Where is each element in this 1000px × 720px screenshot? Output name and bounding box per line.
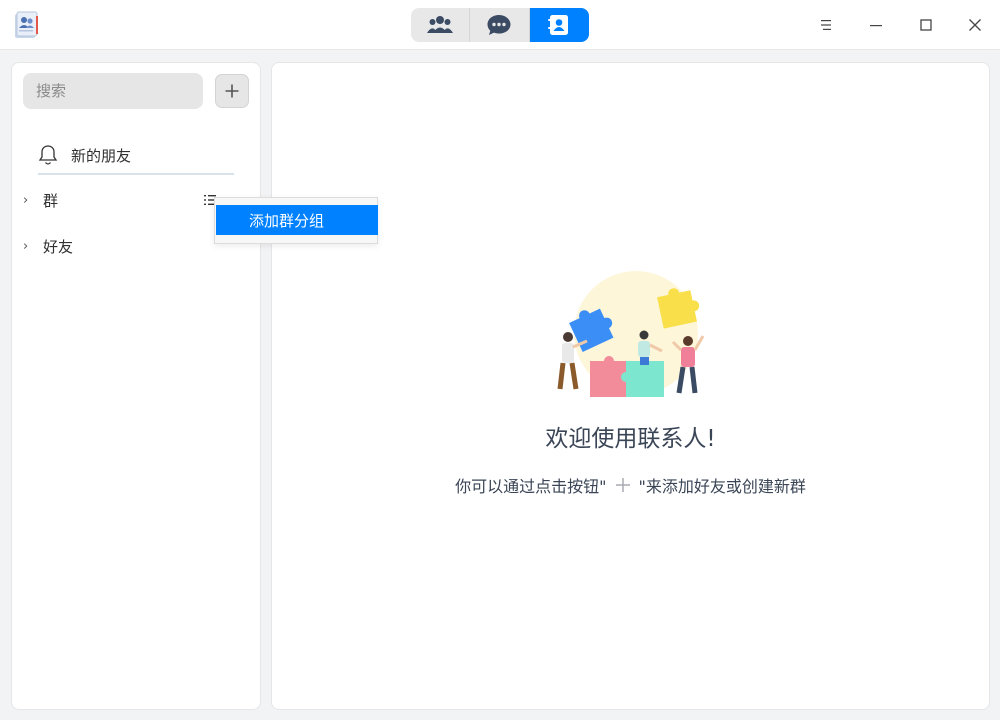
group-icon: [427, 16, 454, 33]
chevron-right-icon: ›: [23, 238, 29, 254]
puzzle-team-illustration: [557, 271, 705, 397]
new-friends-label: 新的朋友: [71, 146, 132, 165]
hint-text-after: "来添加好友或创建新群: [638, 477, 806, 496]
group-label: 好友: [43, 237, 74, 256]
chat-icon: [487, 15, 511, 35]
welcome-hint: 你可以通过点击按钮" "来添加好友或创建新群: [272, 473, 989, 497]
group-context-menu: 添加群分组: [214, 197, 378, 244]
plus-icon: [615, 477, 631, 493]
minimize-button[interactable]: [861, 10, 891, 40]
add-contact-button[interactable]: [215, 74, 249, 108]
new-friends-item[interactable]: 新的朋友: [38, 137, 234, 175]
minimize-icon: [870, 25, 882, 27]
menu-icon: [821, 20, 831, 30]
close-icon: [969, 19, 981, 31]
menu-item-add-group-category[interactable]: 添加群分组: [216, 205, 378, 235]
group-label: 群: [43, 191, 59, 210]
maximize-icon: [920, 19, 932, 31]
main-menu-button[interactable]: [811, 10, 841, 40]
search-input[interactable]: [23, 73, 203, 109]
close-button[interactable]: [960, 10, 990, 40]
chevron-right-icon: ›: [23, 192, 29, 208]
main-panel: 欢迎使用联系人! 你可以通过点击按钮" "来添加好友或创建新群: [271, 62, 990, 710]
hint-text-before: 你可以通过点击按钮": [455, 477, 607, 496]
tab-chats[interactable]: [470, 8, 530, 42]
view-switcher: [411, 8, 589, 42]
tab-groups[interactable]: [411, 8, 471, 42]
contacts-icon: [548, 15, 569, 35]
maximize-button[interactable]: [911, 10, 941, 40]
contacts-app-icon: [15, 11, 38, 38]
bell-icon: [38, 145, 58, 165]
plus-icon: [225, 84, 239, 98]
title-bar: [0, 0, 1000, 50]
welcome-title: 欢迎使用联系人!: [545, 426, 716, 452]
tab-contacts[interactable]: [529, 8, 589, 42]
sidebar: 新的朋友 › 群 › 好友: [11, 62, 261, 710]
